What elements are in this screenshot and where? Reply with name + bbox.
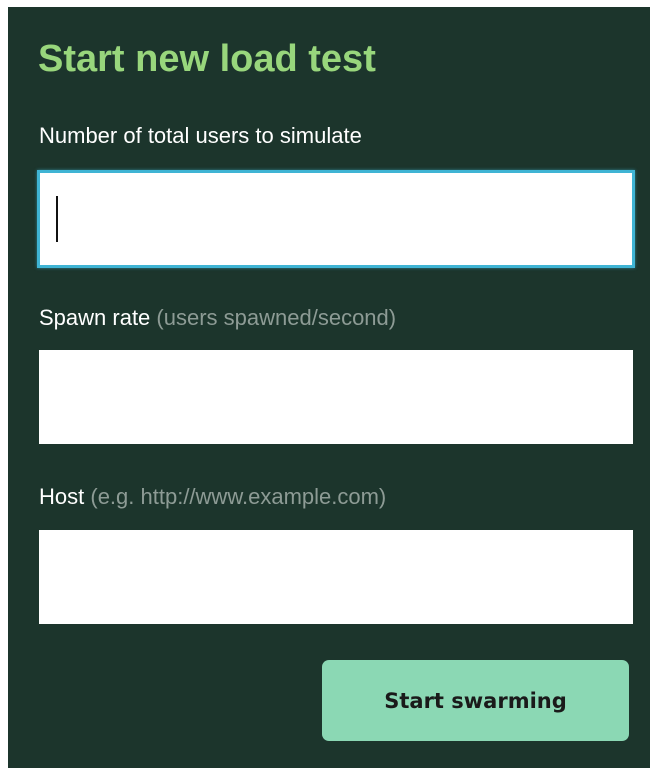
spawn-rate-hint: (users spawned/second) [156,305,397,330]
start-swarming-button[interactable]: Start swarming [322,660,629,741]
host-label-text: Host [39,484,85,509]
text-caret [56,196,58,242]
users-label-text: Number of total users to simulate [39,123,362,148]
users-label: Number of total users to simulate [39,122,362,150]
users-input[interactable] [37,170,635,268]
spawn-rate-label: Spawn rate (users spawned/second) [39,304,396,332]
spawn-rate-label-text: Spawn rate [39,305,151,330]
start-load-test-panel: Start new load test Number of total user… [8,7,650,768]
spawn-rate-input[interactable] [39,350,633,444]
host-hint: (e.g. http://www.example.com) [90,484,387,509]
host-label: Host (e.g. http://www.example.com) [39,483,386,511]
form-title: Start new load test [38,38,376,80]
host-input[interactable] [39,530,633,624]
